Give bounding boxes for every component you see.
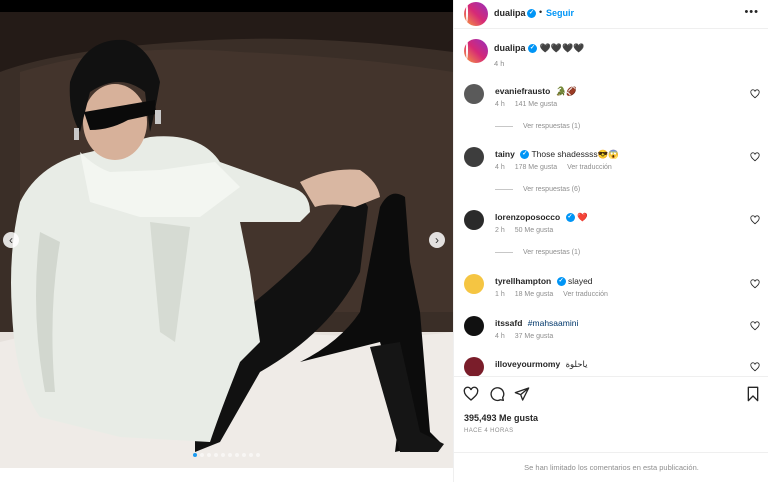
comment-meta: 1 h 18 Me gusta Ver traducción [495,291,616,298]
comment-body: ياحلوة [565,359,588,369]
caption-time: 4 h [494,59,505,68]
comment-text: illoveyourmomy ياحلوة [495,359,587,370]
commenter-avatar[interactable] [464,274,484,294]
caption-username[interactable]: dualipa [494,43,526,53]
slide-dot [207,453,211,457]
comment-time: 4 h [495,101,505,108]
commenter-avatar[interactable] [464,84,484,104]
slide-dot [193,453,197,457]
comment-meta: 4 h 178 Me gusta Ver traducción [495,164,620,171]
comment-likes[interactable]: 50 Me gusta [515,227,554,234]
slide-dot [221,453,225,457]
bookmark-icon[interactable] [745,386,761,402]
like-comment-heart-icon[interactable] [750,89,760,99]
next-slide-button[interactable]: › [429,232,445,248]
previous-slide-button[interactable]: ‹ [3,232,19,248]
commenter-username[interactable]: lorenzoposocco [495,212,560,222]
author-username[interactable]: dualipa [494,8,526,18]
view-replies-button[interactable]: Ver respuestas (1) [495,123,580,130]
comment-time: 1 h [495,291,505,298]
more-options-icon[interactable]: ••• [744,6,759,18]
caption-body: 🖤🖤🖤🖤 [539,43,585,53]
slide-dot [242,453,246,457]
comment-meta: 4 h 37 Me gusta [495,333,561,340]
comments-limited-notice: Se han limitado los comentarios en esta … [524,463,699,472]
comment-likes[interactable]: 18 Me gusta [515,291,554,298]
comment-body: slayed [567,276,593,286]
verified-badge-icon: ✓ [520,150,530,160]
footer-divider [454,452,768,453]
slide-dot [214,453,218,457]
post-time-ago[interactable]: Hace 4 horas [464,428,513,434]
commenter-username[interactable]: itssafd [495,318,522,328]
follow-button[interactable]: Seguir [546,8,574,18]
like-comment-heart-icon[interactable] [750,152,760,162]
commenter-avatar[interactable] [464,210,484,230]
post-photo [0,12,453,468]
comment-likes[interactable]: 178 Me gusta [515,164,557,171]
comment-text: tyrellhampton ✓ slayed [495,276,593,287]
commenter-avatar[interactable] [464,147,484,167]
slide-dot [256,453,260,457]
like-comment-heart-icon[interactable] [750,321,760,331]
verified-badge-icon: ✓ [565,213,575,223]
comment-body: 🐊🏈 [555,86,577,96]
translate-button[interactable]: Ver traducción [567,164,612,171]
verified-badge-icon: ✓ [556,277,566,287]
view-replies-label: Ver respuestas (6) [523,186,581,193]
view-replies-button[interactable]: Ver respuestas (1) [495,249,580,256]
caption-text: dualipa ✓ 🖤🖤🖤🖤 [494,43,584,54]
comment-time: 2 h [495,227,505,234]
translate-button[interactable]: Ver traducción [563,291,608,298]
slide-indicator [193,453,260,457]
separator-dot: • [539,7,543,17]
slide-dot [228,453,232,457]
post-side-panel: dualipa ✓ • Seguir ••• dualipa ✓ 🖤🖤🖤🖤 4 … [453,0,768,482]
verified-badge-icon: ✓ [528,44,538,54]
comment-text: lorenzoposocco ✓ ❤️ [495,212,588,223]
like-comment-heart-icon[interactable] [750,279,760,289]
chevron-left-icon: ‹ [9,233,13,247]
like-comment-heart-icon[interactable] [750,362,760,372]
commenter-username[interactable]: tyrellhampton [495,276,551,286]
comment-icon[interactable] [489,386,505,402]
comment-likes[interactable]: 37 Me gusta [515,333,554,340]
commenter-avatar[interactable] [464,316,484,336]
comment-meta: 4 h 141 Me gusta [495,101,565,108]
post-header: dualipa ✓ • Seguir ••• [454,0,768,28]
comment-likes[interactable]: 141 Me gusta [515,101,557,108]
comment-text: tainy ✓ Those shadessss😎😱 [495,149,619,160]
slide-dot [235,453,239,457]
comment-body: Those shadessss😎😱 [531,149,619,159]
slide-dot [249,453,253,457]
view-replies-label: Ver respuestas (1) [523,249,581,256]
verified-badge-icon: ✓ [527,9,536,18]
slide-dot [200,453,204,457]
likes-count[interactable]: 395,493 Me gusta [464,413,538,423]
commenter-username[interactable]: tainy [495,149,515,159]
comments-list: dualipa ✓ 🖤🖤🖤🖤 4 h evaniefrausto 🐊🏈 4 h … [454,29,768,376]
heart-icon[interactable] [463,386,479,402]
comment-text: itssafd #mahsaamini [495,318,578,328]
comment-hashtag-link[interactable]: #mahsaamini [528,318,579,328]
view-replies-label: Ver respuestas (1) [523,123,581,130]
caption-avatar[interactable] [464,39,488,63]
chevron-right-icon: › [435,233,439,247]
like-comment-heart-icon[interactable] [750,215,760,225]
share-icon[interactable] [514,386,530,402]
post-media[interactable]: ‹ › [0,12,453,468]
commenter-username[interactable]: illoveyourmomy [495,359,560,369]
comment-time: 4 h [495,333,505,340]
comment-text: evaniefrausto 🐊🏈 [495,86,577,97]
view-replies-button[interactable]: Ver respuestas (6) [495,186,580,193]
author-avatar[interactable] [464,2,488,26]
commenter-username[interactable]: evaniefrausto [495,86,550,96]
commenter-avatar[interactable] [464,357,484,376]
comment-meta: 2 h 50 Me gusta [495,227,561,234]
comment-time: 4 h [495,164,505,171]
media-bottom-strip [0,468,453,482]
comment-body: ❤️ [576,212,588,222]
